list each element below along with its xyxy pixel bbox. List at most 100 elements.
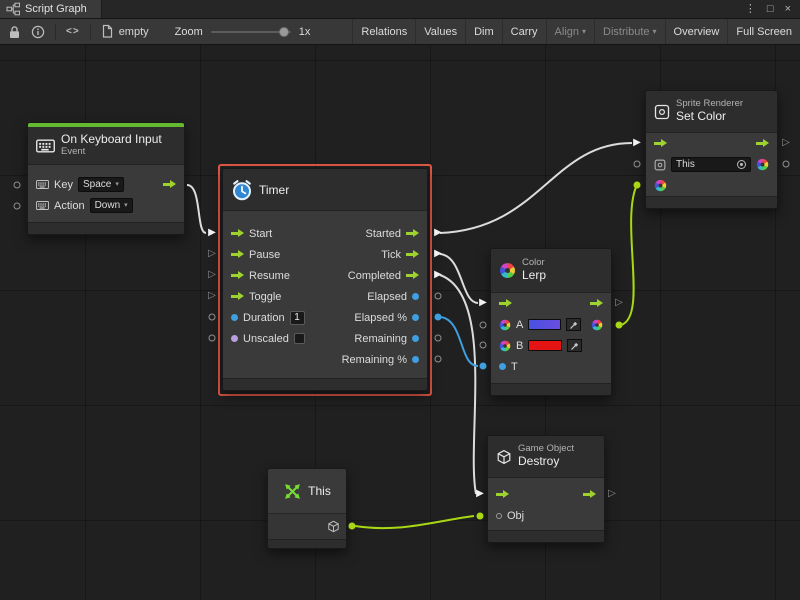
- flow-out-arrow-icon: [406, 229, 419, 238]
- flow-out-arrow-icon: [163, 180, 176, 189]
- setcolor-value-out-port[interactable]: [783, 161, 790, 168]
- wire-elapsed-pct-to-t[interactable]: [440, 317, 478, 366]
- node-color-lerp[interactable]: Color Lerp A B: [490, 248, 612, 396]
- timer-duration-port[interactable]: [209, 314, 216, 321]
- timer-started-port[interactable]: ▶: [434, 228, 442, 238]
- action-dropdown[interactable]: Down ▾: [90, 198, 133, 213]
- destroy-flow-out-port[interactable]: ▷: [608, 489, 616, 499]
- bool-port-icon: [231, 335, 238, 342]
- object-picker-icon[interactable]: [737, 160, 746, 169]
- wire-this-to-destroy-obj[interactable]: [355, 516, 474, 528]
- graph-breadcrumb[interactable]: empty: [101, 24, 149, 39]
- window-menu-icon[interactable]: ⋮: [745, 4, 756, 15]
- color-wheel-icon: [499, 340, 511, 352]
- lerp-b-port[interactable]: [480, 342, 487, 349]
- node-on-keyboard-input[interactable]: On Keyboard Input Event Key Space ▾ Acti…: [27, 122, 185, 235]
- sprite-renderer-icon: [654, 159, 666, 171]
- output-row: [268, 513, 346, 539]
- dim-button[interactable]: Dim: [465, 19, 502, 44]
- eyedropper-button[interactable]: [566, 318, 581, 331]
- color-b-swatch[interactable]: [528, 340, 562, 351]
- timer-toggle-port[interactable]: ▷: [208, 291, 216, 301]
- node-footer: [491, 383, 611, 395]
- timer-output-label: Elapsed %: [354, 312, 407, 324]
- wire-started-to-setcolor[interactable]: [440, 143, 632, 233]
- timer-remaining-port[interactable]: [435, 335, 442, 342]
- key-dropdown[interactable]: Space ▾: [78, 177, 124, 192]
- color-a-swatch[interactable]: [528, 319, 561, 330]
- lock-button[interactable]: [0, 25, 21, 39]
- timer-output-label: Started: [366, 228, 401, 240]
- this-output-port[interactable]: [349, 523, 356, 530]
- lerp-flow-in-port[interactable]: ▶: [479, 298, 487, 308]
- timer-completed-port[interactable]: ▶: [434, 270, 442, 280]
- input-t-row: T: [491, 356, 611, 377]
- node-this[interactable]: This: [267, 468, 347, 549]
- setcolor-flow-out-port[interactable]: ▷: [782, 138, 790, 148]
- node-title: Destroy: [518, 455, 574, 469]
- timer-input-label: Duration: [243, 312, 285, 324]
- timer-pause-port[interactable]: ▷: [208, 249, 216, 259]
- node-title: Timer: [259, 183, 289, 197]
- distribute-button[interactable]: Distribute ▾: [594, 19, 664, 44]
- wire-lerp-to-setcolor-color[interactable]: [621, 187, 636, 325]
- node-header: On Keyboard Input Event: [28, 127, 184, 165]
- eyedropper-button[interactable]: [567, 339, 582, 352]
- lerp-flow-out-port[interactable]: ▷: [615, 298, 623, 308]
- float-port-icon: [231, 314, 238, 321]
- angle-brackets-icon[interactable]: <>: [66, 26, 80, 37]
- lerp-t-port[interactable]: [480, 363, 487, 370]
- timer-elapsed-pct-port[interactable]: [435, 314, 442, 321]
- key-label: Key: [54, 179, 73, 191]
- keyboard-icon: [36, 200, 49, 211]
- target-object-field[interactable]: This: [671, 157, 751, 172]
- close-icon[interactable]: ×: [785, 4, 791, 15]
- wire-tick-to-lerp[interactable]: [440, 254, 478, 303]
- zoom-slider[interactable]: [211, 31, 291, 33]
- float-port-icon: [412, 356, 419, 363]
- timer-resume-port[interactable]: ▷: [208, 270, 216, 280]
- timer-clock-icon: [231, 179, 253, 201]
- timer-input-label: Pause: [249, 249, 280, 261]
- full-screen-button[interactable]: Full Screen: [727, 19, 800, 44]
- graph-canvas[interactable]: On Keyboard Input Event Key Space ▾ Acti…: [0, 45, 800, 600]
- setcolor-target-port[interactable]: [634, 161, 641, 168]
- keyboard-key-value-port[interactable]: [14, 182, 21, 189]
- node-header: Sprite Renderer Set Color: [646, 91, 777, 133]
- timer-tick-port[interactable]: ▶: [434, 249, 442, 259]
- caret-down-icon: ▾: [582, 28, 586, 36]
- timer-elapsed-port[interactable]: [435, 293, 442, 300]
- info-button[interactable]: [31, 25, 45, 39]
- keyboard-action-value-port[interactable]: [14, 203, 21, 210]
- color-wheel-icon: [499, 319, 511, 331]
- zoom-slider-knob[interactable]: [279, 27, 289, 37]
- keyboard-icon: [36, 138, 55, 154]
- timer-remaining-pct-port[interactable]: [435, 356, 442, 363]
- destroy-flow-in-port[interactable]: ▶: [476, 489, 484, 499]
- destroy-obj-port[interactable]: [477, 513, 484, 520]
- overview-button[interactable]: Overview: [665, 19, 728, 44]
- setcolor-flow-in-port[interactable]: ▶: [633, 138, 641, 148]
- node-set-color[interactable]: Sprite Renderer Set Color This: [645, 90, 778, 209]
- node-timer[interactable]: Timer Start Started Pause Tick Resume Co…: [222, 168, 428, 391]
- timer-start-port[interactable]: ▶: [208, 228, 216, 238]
- timer-unscaled-port[interactable]: [209, 335, 216, 342]
- node-header: Timer: [223, 169, 427, 211]
- maximize-icon[interactable]: □: [767, 4, 774, 15]
- setcolor-color-port[interactable]: [634, 182, 641, 189]
- lerp-a-port[interactable]: [480, 322, 487, 329]
- node-destroy[interactable]: Game Object Destroy Obj: [487, 435, 605, 543]
- color-wheel-icon: [654, 179, 667, 192]
- relations-button[interactable]: Relations: [352, 19, 415, 44]
- duration-field[interactable]: 1: [290, 311, 305, 325]
- values-button[interactable]: Values: [415, 19, 465, 44]
- align-button[interactable]: Align ▾: [546, 19, 594, 44]
- input-t-label: T: [511, 361, 518, 373]
- lerp-color-out-port[interactable]: [616, 322, 623, 329]
- carry-button[interactable]: Carry: [502, 19, 546, 44]
- wire-completed-to-destroy[interactable]: [440, 275, 476, 494]
- unscaled-checkbox[interactable]: [294, 333, 305, 344]
- float-port-icon: [412, 335, 419, 342]
- tab-script-graph[interactable]: Script Graph: [0, 0, 102, 18]
- wire-keyboard-to-timer-start[interactable]: [187, 185, 206, 233]
